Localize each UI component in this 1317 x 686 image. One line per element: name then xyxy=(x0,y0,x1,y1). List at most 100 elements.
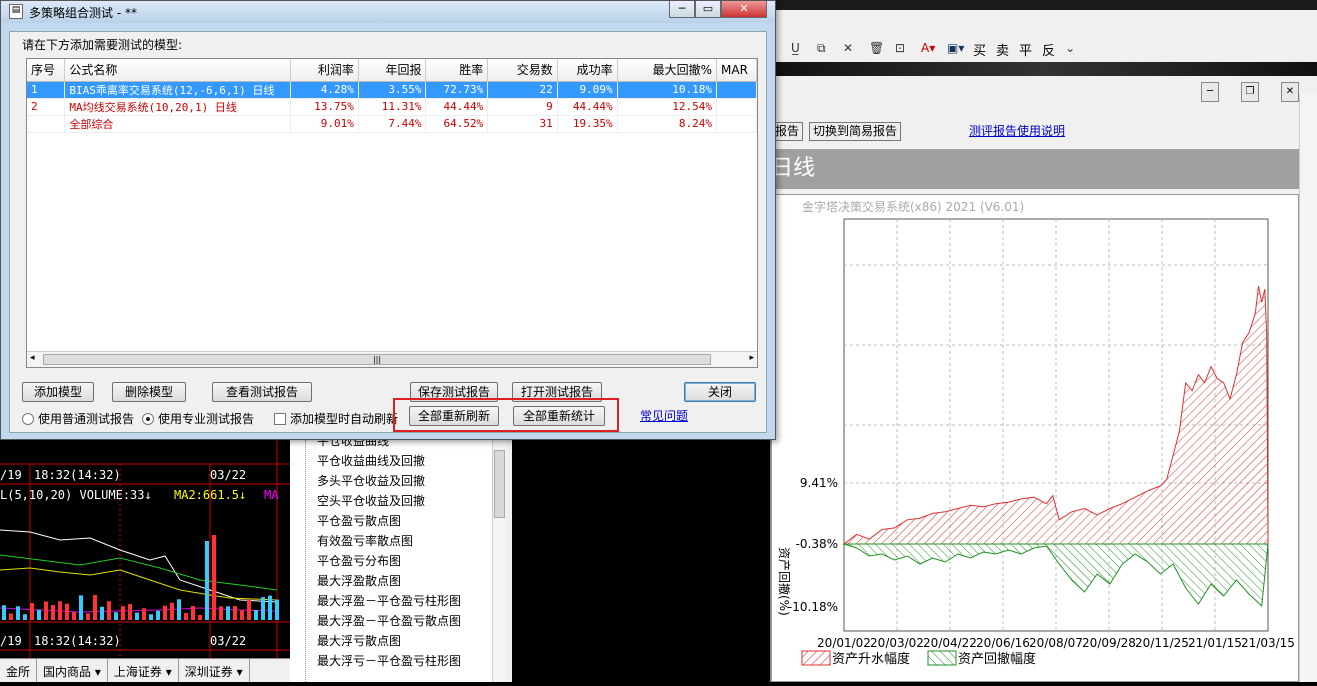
tab-domestic-commodities[interactable]: 国内商品 ▾ xyxy=(37,659,108,682)
quote-strip xyxy=(771,62,1317,76)
table-row[interactable]: 1 BIAS乖离率交易系统(12,-6,6,1) 日线 4.28% 3.55% … xyxy=(27,81,757,99)
lock-icon[interactable]: ⊡ xyxy=(895,41,911,57)
prompt-label: 请在下方添加需要测试的模型: xyxy=(22,38,183,52)
volume-bar xyxy=(156,610,160,620)
x-tick-label: 21/03/15 xyxy=(1241,636,1295,650)
y-axis-label-text: 资产回撤(%) xyxy=(777,547,792,616)
radio-normal-report[interactable]: 使用普通测试报告 xyxy=(22,410,134,427)
table-row[interactable]: 全部综合 9.01% 7.44% 64.52% 31 19.35% 8.24% xyxy=(27,115,757,133)
underline-icon[interactable]: U̲ xyxy=(791,41,807,57)
date-label-1: /19 xyxy=(0,468,22,482)
col-header-trades[interactable]: 交易数 xyxy=(487,59,558,82)
radio-pro-circle[interactable] xyxy=(142,412,154,425)
table-row[interactable]: 2 MA均线交易系统(10,20,1) 日线 13.75% 11.31% 44.… xyxy=(27,98,757,116)
col-header-success[interactable]: 成功率 xyxy=(557,59,618,82)
list-item[interactable]: 最大浮盈－平仓盈亏散点图 xyxy=(317,612,461,629)
save-icon[interactable]: ▣▾ xyxy=(947,41,964,57)
minimize-icon[interactable]: ─ xyxy=(669,1,695,18)
chevron-down-icon[interactable]: ⌄ xyxy=(1065,41,1081,57)
col-header-drawdown[interactable]: 最大回撤% xyxy=(617,59,718,82)
maximize-icon[interactable]: ▭ xyxy=(695,1,721,18)
volume-bar xyxy=(23,614,27,620)
dialog-titlebar[interactable]: ▤ 多策略组合测试 - ** ─ ▭ ✕ xyxy=(1,1,775,23)
list-item[interactable]: 平仓收益曲线及回撤 xyxy=(317,452,425,469)
volume-bar xyxy=(2,605,6,620)
report-scrollbar[interactable] xyxy=(1299,94,1317,682)
cell-success: 19.35% xyxy=(557,115,618,133)
list-item[interactable]: 多头平仓收益及回撤 xyxy=(317,472,425,489)
list-item[interactable]: 最大浮盈－平仓盈亏柱形图 xyxy=(317,592,461,609)
col-header-mar[interactable]: MAR xyxy=(716,59,757,82)
col-header-win[interactable]: 胜率 xyxy=(425,59,489,82)
volume-bar xyxy=(72,612,76,620)
chevron-left-icon[interactable]: ◂ xyxy=(30,353,35,363)
list-scroll-thumb[interactable] xyxy=(494,450,505,518)
cell-trades: 9 xyxy=(487,98,558,116)
legend: 资产升水幅度 资产回撤幅度 xyxy=(801,650,1036,667)
tab-gold-exchange[interactable]: 金所 xyxy=(0,659,38,682)
date-label-4: 03/22 xyxy=(210,634,247,648)
auto-refresh-label: 添加模型时自动刷新 xyxy=(290,412,399,426)
tab-shenzhen[interactable]: 深圳证券 ▾ xyxy=(179,659,250,682)
volume-bar xyxy=(44,601,48,620)
list-item[interactable]: 空头平仓收益及回撤 xyxy=(317,492,425,509)
volume-bar xyxy=(142,608,146,620)
view-report-button[interactable]: 查看测试报告 xyxy=(212,382,312,402)
col-header-profit[interactable]: 利润率 xyxy=(290,59,359,82)
close-position-button[interactable]: 平 xyxy=(1019,40,1032,59)
cell-profit: 13.75% xyxy=(290,98,359,116)
auto-refresh-checkbox[interactable]: 添加模型时自动刷新 xyxy=(274,410,398,427)
switch-simple-report-button[interactable]: 切换到简易报告 xyxy=(809,122,902,141)
copy-icon[interactable]: ⧉ xyxy=(817,41,833,57)
col-header-annual[interactable]: 年回报 xyxy=(358,59,427,82)
time-label-3: 18:32(14:32) xyxy=(34,634,121,648)
list-item[interactable]: 最大浮亏散点图 xyxy=(317,632,401,649)
list-item[interactable]: 有效盈亏率散点图 xyxy=(317,532,413,549)
trash-icon[interactable]: 🗑 xyxy=(869,41,885,57)
radio-normal-circle[interactable] xyxy=(22,412,34,425)
legend-label-upside: 资产升水幅度 xyxy=(832,651,910,667)
auto-refresh-box[interactable] xyxy=(274,412,286,425)
list-item[interactable]: 平仓盈亏散点图 xyxy=(317,512,401,529)
buy-button[interactable]: 买 xyxy=(973,40,986,59)
add-model-button[interactable]: 添加模型 xyxy=(22,382,94,402)
restore-icon[interactable]: ❐ xyxy=(1241,82,1259,102)
col-header-name[interactable]: 公式名称 xyxy=(64,59,292,82)
app-icon: ▤ xyxy=(9,4,23,19)
legend-swatch-drawdown xyxy=(927,650,957,666)
close-icon[interactable]: ✕ xyxy=(1281,82,1299,102)
report-actions: 报告 切换到简易报告 测评报告使用说明 xyxy=(771,114,1317,144)
close-button[interactable]: 关闭 xyxy=(684,382,756,402)
volume-bar xyxy=(114,612,118,620)
reverse-button[interactable]: 反 xyxy=(1042,40,1055,59)
cell-mar xyxy=(716,98,757,116)
close-icon[interactable]: ✕ xyxy=(721,1,767,18)
chevron-right-icon[interactable]: ▸ xyxy=(749,353,754,363)
table-hscroll-thumb[interactable]: ||| xyxy=(43,354,711,365)
volume-bar xyxy=(107,601,111,620)
close-x-icon[interactable]: ✕ xyxy=(843,41,859,57)
volume-bar xyxy=(212,534,216,620)
col-header-no[interactable]: 序号 xyxy=(27,59,66,82)
radio-pro-report[interactable]: 使用专业测试报告 xyxy=(142,410,254,427)
cell-win: 44.44% xyxy=(425,98,489,116)
table-hscrollbar[interactable]: ◂ ||| ▸ xyxy=(27,351,757,367)
list-item[interactable]: 最大浮盈散点图 xyxy=(317,572,401,589)
volume-bar xyxy=(240,610,244,620)
delete-model-button[interactable]: 删除模型 xyxy=(112,382,186,402)
cell-annual: 11.31% xyxy=(358,98,427,116)
list-item[interactable]: 最大浮亏－平仓盈亏柱形图 xyxy=(317,652,461,669)
list-scrollbar[interactable] xyxy=(492,440,506,682)
stock-chart: /19 18:32(14:32) 03/22 L(5,10,20) VOLUME… xyxy=(0,440,290,682)
sell-button[interactable]: 卖 xyxy=(996,40,1009,59)
font-color-icon[interactable]: A▾ xyxy=(921,41,937,57)
volume-bar xyxy=(100,606,104,620)
volume-bar xyxy=(261,597,265,620)
tab-shanghai[interactable]: 上海证券 ▾ xyxy=(108,659,179,682)
report-help-link[interactable]: 测评报告使用说明 xyxy=(969,122,1065,139)
date-label-3: /19 xyxy=(0,634,22,648)
faq-link[interactable]: 常见问题 xyxy=(640,407,688,424)
list-item[interactable]: 平仓盈亏分布图 xyxy=(317,552,401,569)
dialog-title: 多策略组合测试 - ** xyxy=(29,6,137,20)
minimize-icon[interactable]: ─ xyxy=(1201,82,1219,102)
